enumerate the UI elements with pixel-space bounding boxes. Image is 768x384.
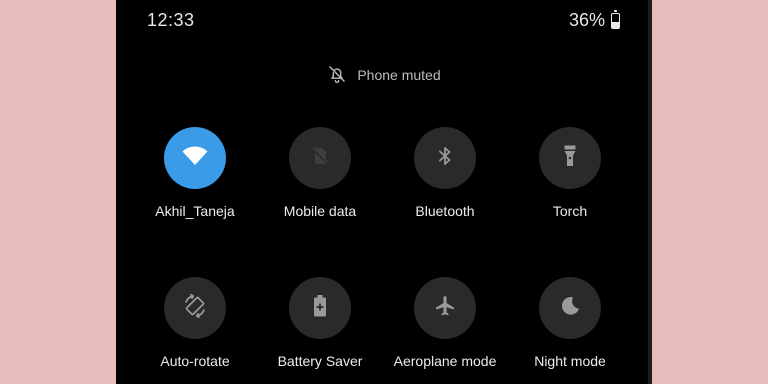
torch-icon xyxy=(561,144,579,173)
night-mode-toggle[interactable] xyxy=(539,277,601,339)
tile-wifi[interactable]: Akhil_Taneja xyxy=(130,127,260,219)
moon-icon xyxy=(559,295,581,322)
battery-percent: 36% xyxy=(568,10,605,30)
airplane-icon xyxy=(433,294,457,323)
battery-fill xyxy=(612,22,619,28)
battery-saver-icon xyxy=(312,294,328,323)
phone-muted-notice: Phone muted xyxy=(116,64,652,86)
tile-aeroplane-mode[interactable]: Aeroplane mode xyxy=(380,277,510,369)
torch-toggle[interactable] xyxy=(539,127,601,189)
battery-indicator: 36% xyxy=(568,9,620,31)
tile-battery-saver[interactable]: Battery Saver xyxy=(255,277,385,369)
bluetooth-toggle[interactable] xyxy=(414,127,476,189)
tile-mobile-data[interactable]: Mobile data xyxy=(255,127,385,219)
wifi-toggle[interactable] xyxy=(164,127,226,189)
tile-label: Bluetooth xyxy=(415,203,475,219)
bluetooth-icon xyxy=(435,145,455,172)
tile-bluetooth[interactable]: Bluetooth xyxy=(380,127,510,219)
auto-rotate-toggle[interactable] xyxy=(164,277,226,339)
tile-label: Battery Saver xyxy=(277,353,363,369)
tile-label: Mobile data xyxy=(283,203,357,219)
tile-torch[interactable]: Torch xyxy=(505,127,635,219)
tile-auto-rotate[interactable]: Auto-rotate xyxy=(130,277,260,369)
mobile-data-off-icon xyxy=(309,145,331,172)
tile-label: Auto-rotate xyxy=(160,353,230,369)
battery-icon xyxy=(611,9,620,29)
tile-label: Aeroplane mode xyxy=(393,353,497,369)
tile-label: Akhil_Taneja xyxy=(155,203,235,219)
tile-label: Night mode xyxy=(534,353,606,369)
bell-off-icon xyxy=(327,64,347,87)
phone-muted-text: Phone muted xyxy=(357,67,441,83)
auto-rotate-icon xyxy=(182,293,208,324)
wifi-icon xyxy=(181,145,209,172)
aeroplane-mode-toggle[interactable] xyxy=(414,277,476,339)
status-time: 12:33 xyxy=(147,10,195,30)
tile-label: Torch xyxy=(552,203,588,219)
tile-night-mode[interactable]: Night mode xyxy=(505,277,635,369)
mobile-data-toggle[interactable] xyxy=(289,127,351,189)
battery-saver-toggle[interactable] xyxy=(289,277,351,339)
quick-settings-panel: 12:33 36% Phone muted Akhil_Taneja Mobil… xyxy=(116,0,652,384)
status-bar: 12:33 36% xyxy=(116,0,652,40)
